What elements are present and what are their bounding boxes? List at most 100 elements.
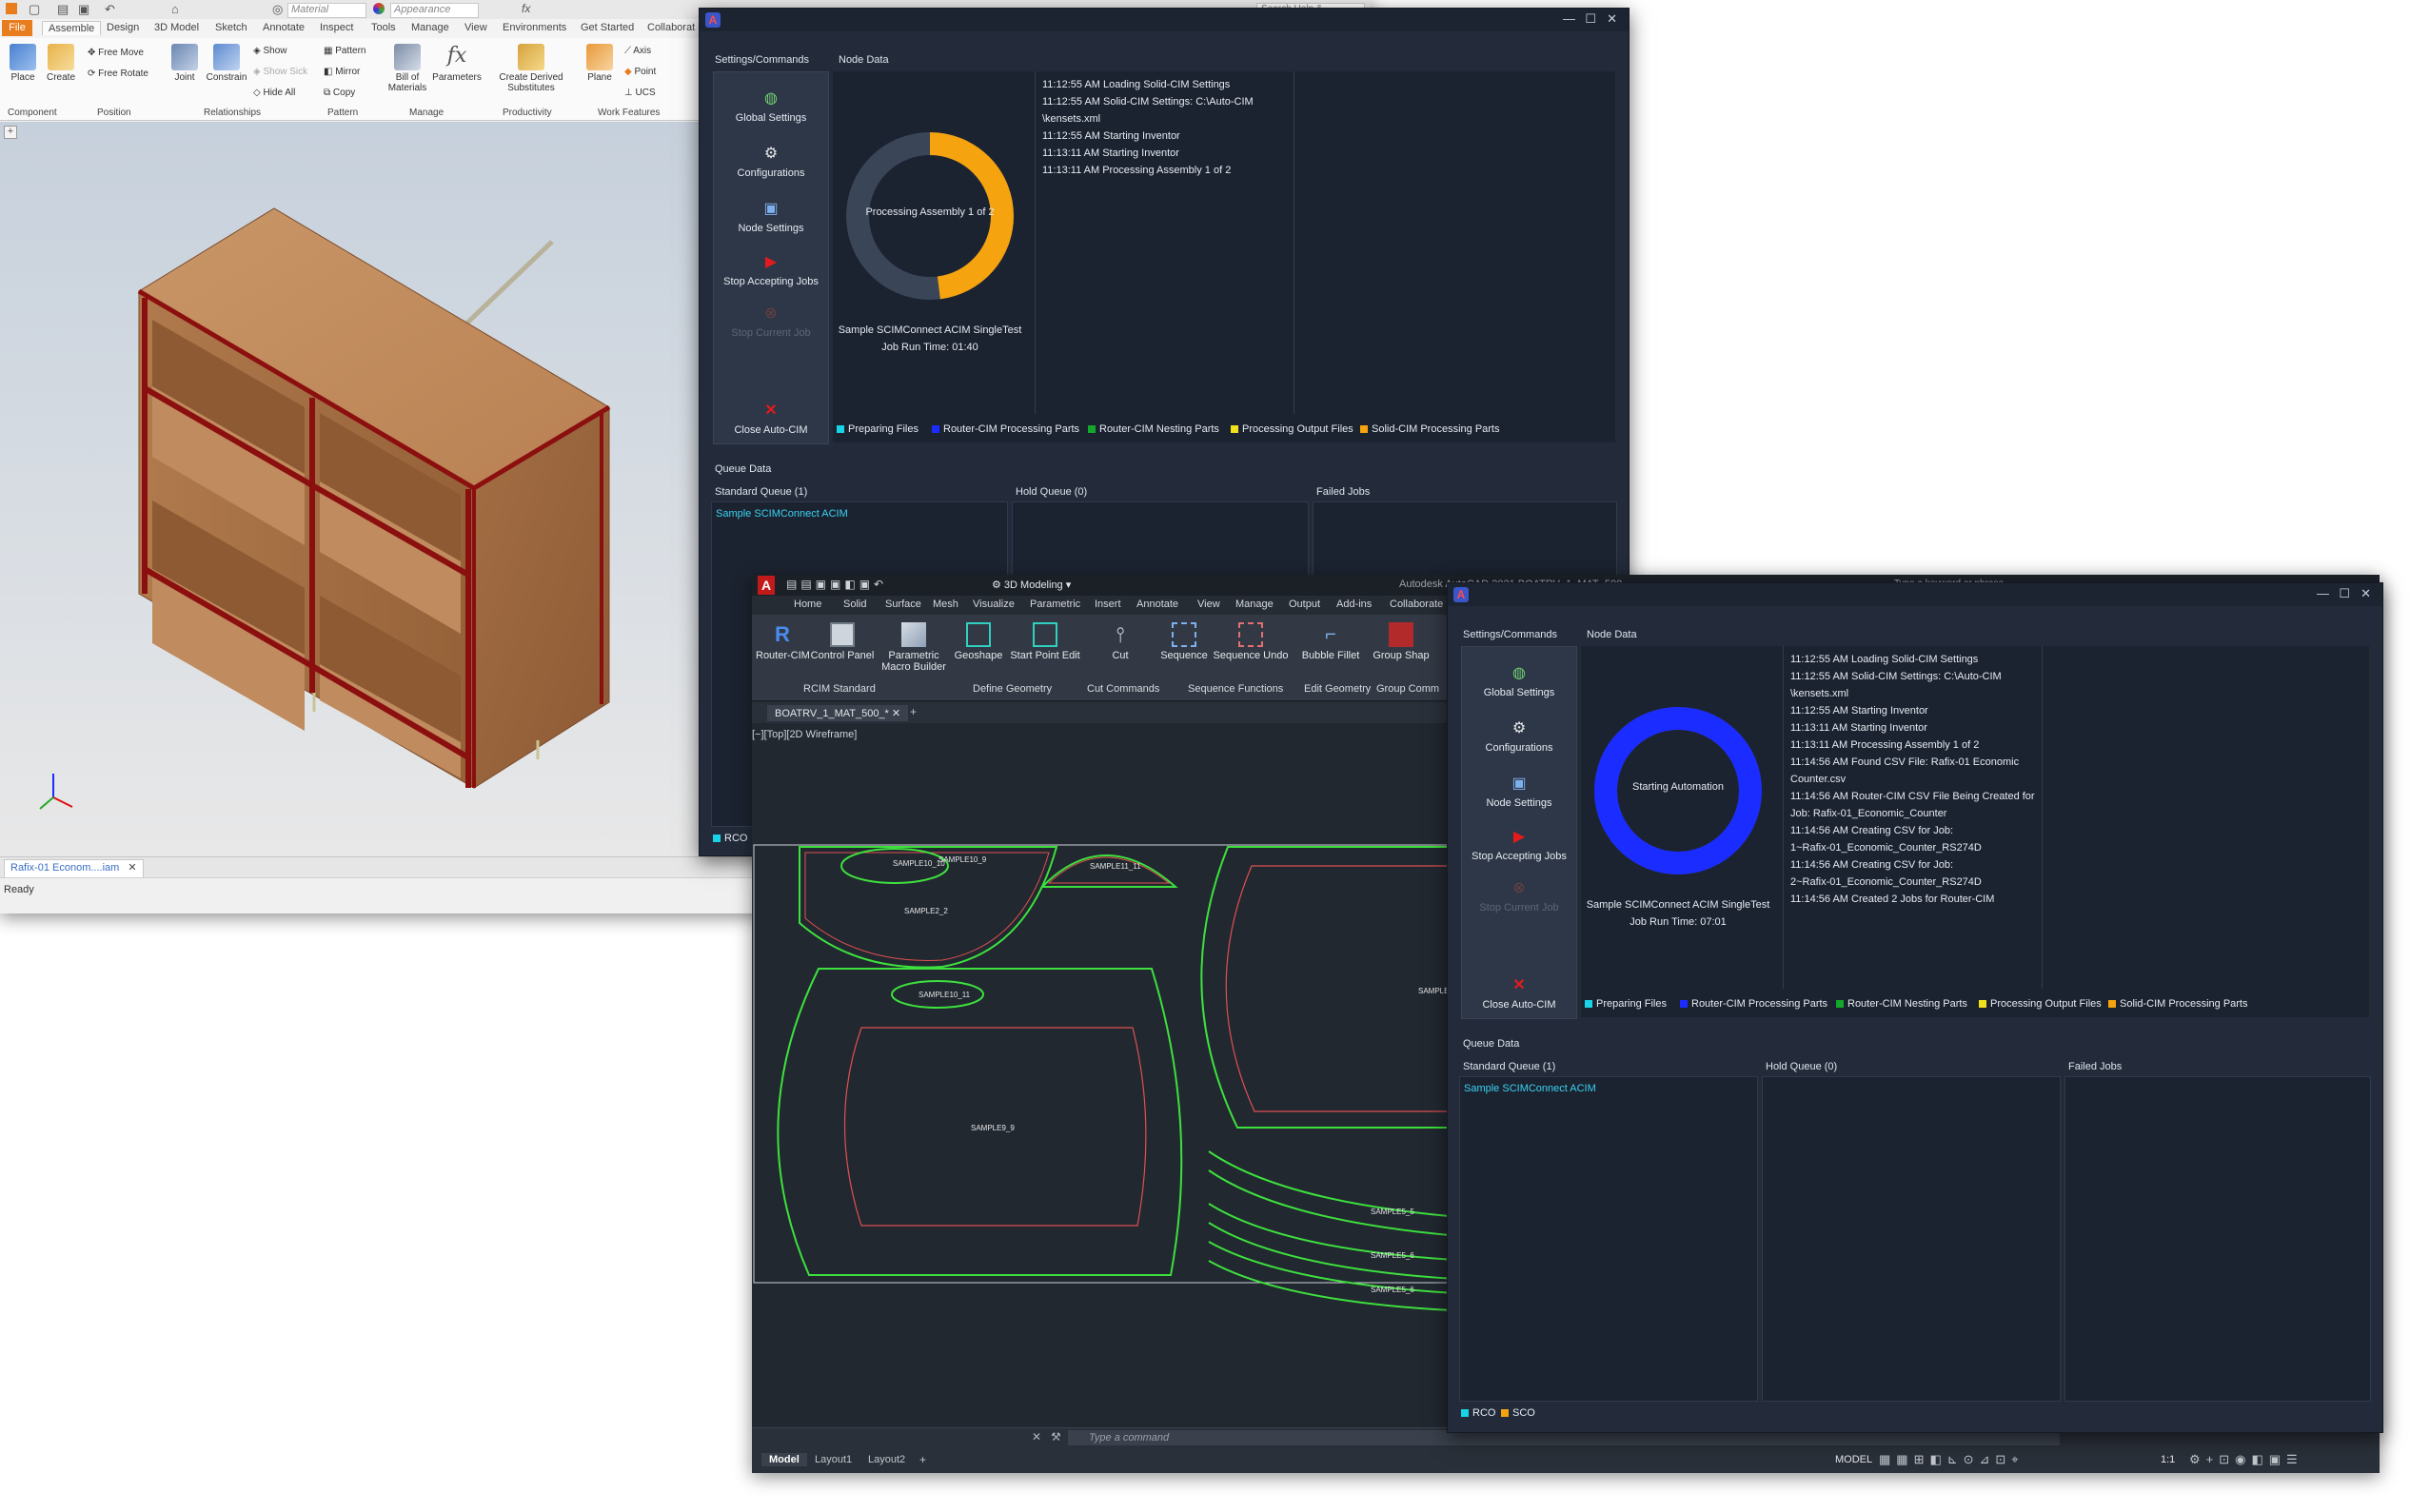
tab-inspect[interactable]: Inspect (320, 22, 353, 33)
appearance-dropdown[interactable]: Appearance (390, 3, 479, 18)
parameters-button[interactable]: fx Parameters (430, 44, 484, 83)
stop-current-job-button[interactable]: ⊗ Stop Current Job (714, 304, 828, 339)
pattern-button[interactable]: ▦ Pattern (324, 46, 365, 56)
axis-button[interactable]: ⟋ Axis (624, 46, 651, 56)
close-icon[interactable]: ✕ (892, 708, 900, 719)
parametric-macro-button[interactable]: Parametric Macro Builder (876, 622, 952, 673)
save-icon[interactable]: ▣ (78, 2, 89, 17)
layout-tab-layout2[interactable]: Layout2 (868, 1454, 905, 1465)
drawing-tab[interactable]: BOATRV_1_MAT_500_* ✕ (767, 705, 909, 721)
tab-add-ins[interactable]: Add-ins (1336, 599, 1372, 610)
nested-parts-drawing[interactable]: SAMPLE10_10 SAMPLE10_9 SAMPLE10_11 SAMPL… (752, 723, 1475, 1427)
add-layout-icon[interactable]: + (919, 1453, 926, 1466)
tab-visualize[interactable]: Visualize (973, 599, 1015, 610)
control-panel-button[interactable]: Control Panel (809, 622, 876, 661)
tab-parametric[interactable]: Parametric (1030, 599, 1080, 610)
bom-button[interactable]: Bill of Materials (385, 44, 430, 93)
plane-button[interactable]: Plane (583, 44, 617, 83)
failed-jobs-list[interactable] (2064, 1076, 2371, 1402)
quick-access-icons[interactable]: ▤▤▣▣◧▣↶ (786, 578, 887, 591)
group-pattern[interactable]: Pattern (327, 108, 358, 118)
hold-queue-header[interactable]: Hold Queue (0) (1016, 486, 1087, 498)
close-icon[interactable]: ✕ (1607, 11, 1617, 27)
annotation-scale[interactable]: 1:1 (2161, 1454, 2175, 1465)
tab-manage[interactable]: Manage (411, 22, 449, 33)
stop-accepting-jobs-button[interactable]: ▶ Stop Accepting Jobs (714, 253, 828, 287)
command-line-close-icon[interactable]: ✕ (1032, 1430, 1041, 1443)
home-icon[interactable]: ⌂ (171, 2, 179, 16)
point-button[interactable]: ◆ Point (624, 67, 656, 77)
standard-queue-header[interactable]: Standard Queue (1) (715, 486, 807, 498)
tab-solid[interactable]: Solid (843, 599, 866, 610)
open-file-icon[interactable]: ▤ (57, 2, 69, 17)
tab-file[interactable]: File (2, 20, 32, 36)
status-toggle-icons[interactable]: ▦▦⊞◧⊾⊙⊿⊡⌖ (1879, 1452, 2025, 1467)
tab-3d-model[interactable]: 3D Model (154, 22, 199, 33)
minimize-icon[interactable]: — (2317, 586, 2329, 600)
layout-tab-layout1[interactable]: Layout1 (815, 1454, 852, 1465)
create-derived-button[interactable]: Create Derived Substitutes (495, 44, 567, 93)
close-icon[interactable]: ✕ (2361, 586, 2371, 601)
close-autocim-button[interactable]: ✕ Close Auto-CIM (1462, 976, 1576, 1011)
sequence-button[interactable]: Sequence (1156, 622, 1213, 661)
tab-sketch[interactable]: Sketch (215, 22, 247, 33)
failed-jobs-header[interactable]: Failed Jobs (1316, 486, 1370, 498)
tab-surface[interactable]: Surface (885, 599, 921, 610)
constrain-button[interactable]: Constrain (204, 44, 249, 83)
group-relationships[interactable]: Relationships (204, 108, 261, 118)
wrench-icon[interactable]: ⚒ (1051, 1430, 1061, 1443)
new-file-icon[interactable]: ▢ (29, 2, 40, 17)
undo-icon[interactable]: ↶ (105, 2, 115, 17)
layout-tab-model[interactable]: Model (761, 1453, 807, 1466)
model-space-indicator[interactable]: MODEL (1835, 1454, 1872, 1465)
hold-queue-list[interactable] (1762, 1076, 2061, 1402)
workspace-switcher[interactable]: ⚙ 3D Modeling ▾ (992, 579, 1071, 591)
stop-current-job-button[interactable]: ⊗ Stop Current Job (1462, 879, 1576, 913)
material-dropdown[interactable]: Material (287, 3, 366, 18)
hide-all-button[interactable]: ◇ Hide All (253, 88, 295, 98)
cut-button[interactable]: ⫯ Cut (1087, 622, 1154, 661)
maximize-icon[interactable]: ☐ (2339, 586, 2350, 601)
close-autocim-button[interactable]: ✕ Close Auto-CIM (714, 402, 828, 436)
cabinet-model[interactable] (0, 122, 704, 854)
sequence-undo-button[interactable]: Sequence Undo (1213, 622, 1289, 661)
stop-accepting-jobs-button[interactable]: ▶ Stop Accepting Jobs (1462, 828, 1576, 862)
group-manage[interactable]: Manage (409, 108, 444, 118)
mirror-button[interactable]: ◧ Mirror (324, 67, 360, 77)
autocad-logo-icon[interactable]: A (758, 576, 775, 595)
tab-get-started[interactable]: Get Started (581, 22, 634, 33)
tab-design[interactable]: Design (107, 22, 139, 33)
tab-view[interactable]: View (1197, 599, 1220, 610)
show-button[interactable]: ◈ Show (253, 46, 286, 56)
document-tab[interactable]: Rafix-01 Econom....iam ✕ (4, 859, 144, 879)
geoshape-button[interactable]: Geoshape (950, 622, 1007, 661)
global-settings-button[interactable]: ◍ Global Settings (714, 89, 828, 124)
group-component[interactable]: Component (8, 108, 57, 118)
tab-environments[interactable]: Environments (503, 22, 566, 33)
queue-item[interactable]: Sample SCIMConnect ACIM (716, 508, 848, 520)
create-button[interactable]: Create (44, 44, 78, 83)
minimize-icon[interactable]: — (1563, 11, 1575, 26)
ucs-button[interactable]: ⊥ UCS (624, 88, 656, 98)
tab-annotate[interactable]: Annotate (263, 22, 305, 33)
tab-manage[interactable]: Manage (1235, 599, 1274, 610)
start-point-edit-button[interactable]: Start Point Edit (1007, 622, 1083, 661)
node-settings-button[interactable]: ▣ Node Settings (714, 200, 828, 234)
tab-insert[interactable]: Insert (1095, 599, 1121, 610)
tab-tools[interactable]: Tools (371, 22, 396, 33)
new-tab-icon[interactable]: + (910, 705, 917, 718)
node-settings-button[interactable]: ▣ Node Settings (1462, 775, 1576, 809)
global-settings-button[interactable]: ◍ Global Settings (1462, 664, 1576, 698)
tab-view[interactable]: View (464, 22, 487, 33)
free-move-button[interactable]: ✥ Free Move (88, 48, 144, 58)
tab-assemble[interactable]: Assemble (42, 21, 102, 35)
status-tool-icons[interactable]: ⚙+⊡◉◧▣☰ (2189, 1452, 2303, 1467)
configurations-button[interactable]: ⚙ Configurations (714, 145, 828, 179)
maximize-icon[interactable]: ☐ (1585, 11, 1596, 27)
standard-queue-list[interactable]: Sample SCIMConnect ACIM (1459, 1076, 1758, 1402)
queue-item[interactable]: Sample SCIMConnect ACIM (1464, 1083, 1596, 1094)
bubble-fillet-button[interactable]: ⌐ Bubble Fillet (1296, 622, 1365, 661)
configurations-button[interactable]: ⚙ Configurations (1462, 719, 1576, 754)
show-sick-button[interactable]: ◈ Show Sick (253, 67, 307, 77)
tab-annotate[interactable]: Annotate (1136, 599, 1178, 610)
